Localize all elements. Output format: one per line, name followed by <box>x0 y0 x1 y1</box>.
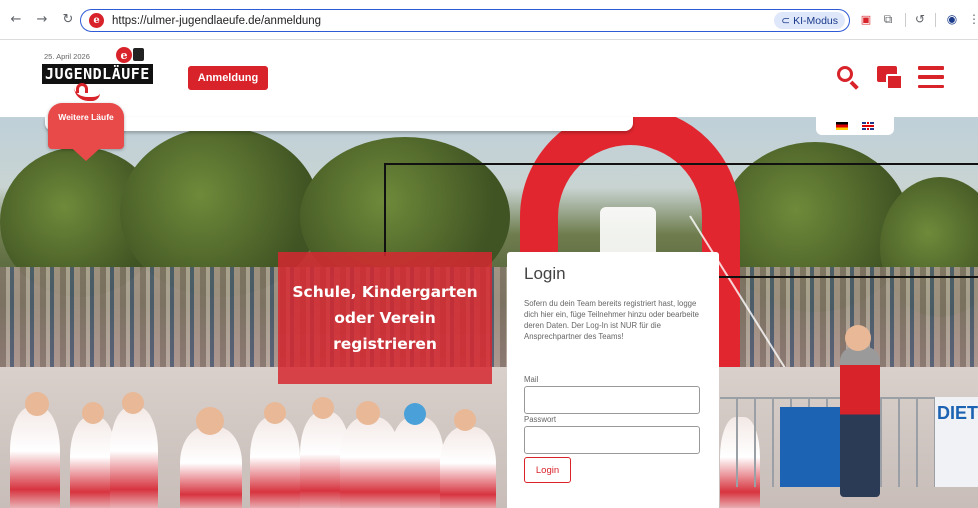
language-switcher <box>816 117 894 135</box>
child-runner <box>440 427 496 508</box>
logo-date: 25. April 2026 <box>44 52 90 61</box>
address-bar[interactable]: e https://ulmer-jugendlaeufe.de/anmeldun… <box>80 9 850 32</box>
password-input[interactable] <box>524 426 700 454</box>
url-text[interactable]: https://ulmer-jugendlaeufe.de/anmeldung <box>112 15 321 27</box>
child-cap <box>404 403 426 425</box>
child-head <box>312 397 334 419</box>
ki-mode-label: KI-Modus <box>793 14 838 27</box>
site-logo[interactable]: 25. April 2026 e JUGENDLÄUFE <box>40 47 153 107</box>
child-runner <box>10 407 60 508</box>
helper-head <box>845 325 871 351</box>
decor-line <box>384 163 978 165</box>
sponsor-banner-dietz: DIET <box>935 397 978 487</box>
child-head <box>356 401 380 425</box>
extension-red-icon[interactable]: ▣ <box>858 11 874 27</box>
decor-line <box>384 163 386 256</box>
child-runner <box>110 407 158 508</box>
child-head <box>264 402 286 424</box>
mail-input[interactable] <box>524 386 700 414</box>
child-head <box>454 409 476 431</box>
browser-toolbar: ← → ↻ e https://ulmer-jugendlaeufe.de/an… <box>0 0 978 40</box>
child-head <box>196 407 224 435</box>
login-button[interactable]: Login <box>524 457 571 483</box>
site-favicon-icon: e <box>89 13 104 28</box>
child-runner <box>180 427 242 508</box>
registration-icon[interactable] <box>877 64 903 90</box>
child-runner <box>390 417 444 508</box>
more-menu-icon[interactable]: ⋮ <box>966 11 978 27</box>
logo-e-badge-icon: e <box>116 47 132 63</box>
extensions-puzzle-icon[interactable]: ⧉ <box>880 11 896 27</box>
logo-wordmark: JUGENDLÄUFE <box>42 64 153 84</box>
anmeldung-button[interactable]: Anmeldung <box>188 66 268 90</box>
hamburger-menu-icon[interactable] <box>918 66 944 88</box>
reload-icon[interactable]: ↻ <box>58 10 78 30</box>
flag-de-icon[interactable] <box>836 122 848 130</box>
ki-mode-button[interactable]: ⊂ KI-Modus <box>774 12 845 29</box>
child-head <box>25 392 49 416</box>
back-icon[interactable]: ← <box>6 10 26 30</box>
register-team-button[interactable]: Schule, Kindergarten oder Verein registr… <box>278 252 492 384</box>
login-card: Login Sofern du dein Team bereits regist… <box>507 252 719 508</box>
header-nav-strip <box>45 117 633 131</box>
toolbar-divider <box>935 13 936 27</box>
logo-shoe-sole <box>74 87 100 101</box>
search-icon[interactable] <box>836 65 860 90</box>
login-description: Sofern du dein Team bereits registriert … <box>524 299 699 341</box>
toolbar-divider <box>905 13 906 27</box>
password-label: Passwort <box>524 415 557 424</box>
profile-icon[interactable]: ◉ <box>944 11 960 27</box>
logo-sponsor-icon <box>133 48 144 61</box>
child-runner <box>250 417 300 508</box>
ki-sparkle-icon: ⊂ <box>781 14 791 27</box>
child-head <box>82 402 104 424</box>
login-title: Login <box>524 264 566 283</box>
register-team-label: Schule, Kindergarten oder Verein registr… <box>292 283 478 353</box>
flag-gb-icon[interactable] <box>862 122 874 130</box>
adult-helper <box>840 347 880 497</box>
page-viewport: DIET 25. April 2026 e JUGENDLÄUFE Anmeld… <box>0 41 978 508</box>
child-head <box>122 392 144 414</box>
forward-icon[interactable]: → <box>32 10 52 30</box>
site-header: 25. April 2026 e JUGENDLÄUFE Anmeldung <box>0 41 978 117</box>
history-icon[interactable]: ↺ <box>912 11 928 27</box>
mail-label: Mail <box>524 375 539 384</box>
